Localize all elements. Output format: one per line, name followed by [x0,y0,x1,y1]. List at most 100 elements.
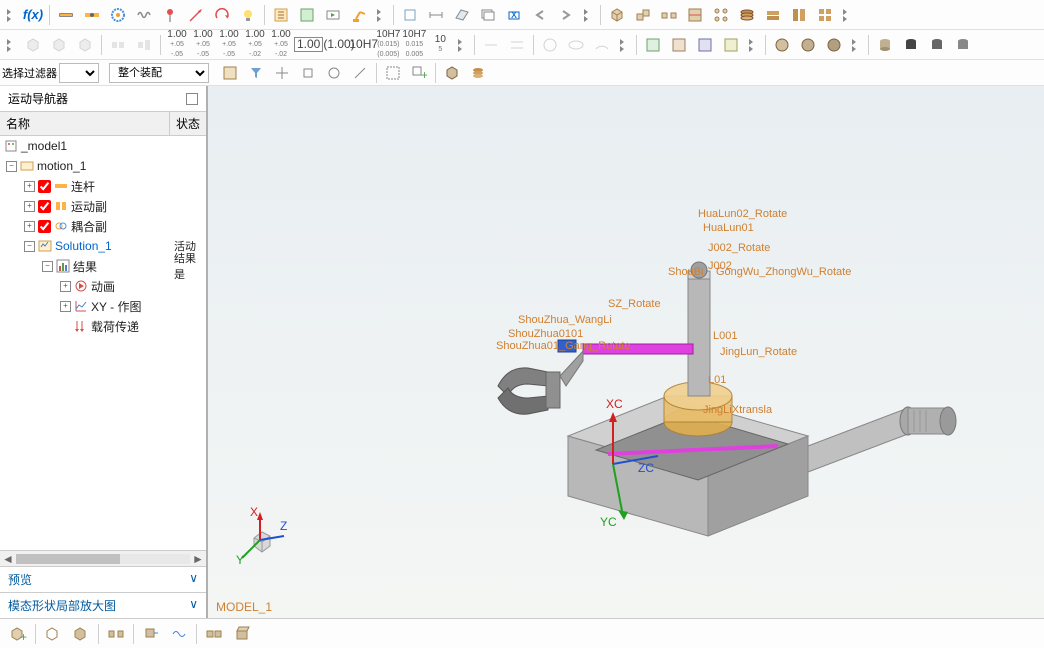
tree-joint[interactable]: + 运动副 [0,196,206,216]
tol-3[interactable]: 1.00+.05 -.05 [216,30,242,60]
tree-xy[interactable]: + XY - 作图 [0,296,206,316]
layers-icon[interactable] [735,3,759,27]
collapse-icon[interactable]: − [6,161,17,172]
results-icon[interactable] [295,3,319,27]
move-comp-icon[interactable] [139,622,163,646]
col-name-header[interactable]: 名称 [0,112,170,135]
multi-box-icon[interactable] [202,622,226,646]
filter-icon-4[interactable] [296,61,320,85]
more-icon[interactable] [374,1,388,29]
tol-10[interactable]: 10H70.015 0.005 [401,30,427,60]
filter-icon-5[interactable] [322,61,346,85]
section-icon[interactable] [683,3,707,27]
assy4-icon[interactable] [719,33,743,57]
tol-7[interactable]: (1.00) [323,39,349,50]
arrow-right-icon[interactable] [554,3,578,27]
view-triad[interactable]: X Y Z [230,506,290,566]
sel-rect-icon[interactable] [381,61,405,85]
note-icon[interactable]: x [502,3,526,27]
robot-arm-icon[interactable] [347,3,371,27]
gear-icon[interactable] [106,3,130,27]
fx-icon[interactable]: f(x) [21,3,45,27]
sel-box-icon[interactable] [440,61,464,85]
sketch-icon[interactable] [398,3,422,27]
disc1-icon[interactable] [770,33,794,57]
more-icon[interactable] [455,31,469,59]
assy3-icon[interactable] [693,33,717,57]
more-icon[interactable] [581,1,595,29]
scroll-right-icon[interactable]: ► [190,552,206,566]
joint-checkbox[interactable] [38,200,51,213]
anim-icon[interactable] [321,3,345,27]
link-icon[interactable] [54,3,78,27]
vstack-icon[interactable] [787,3,811,27]
expand-icon[interactable]: + [24,181,35,192]
tol-6[interactable]: 1.00 [294,37,323,52]
filter-select-1[interactable] [59,63,99,83]
tol-5[interactable]: 1.00+.05 -.02 [268,30,294,60]
box3-icon[interactable] [73,33,97,57]
vector-icon[interactable] [184,3,208,27]
scroll-thumb[interactable] [16,554,120,564]
tree-link[interactable]: + 连杆 [0,176,206,196]
filter-icon-6[interactable] [348,61,372,85]
explode-icon[interactable] [657,3,681,27]
tol-11[interactable]: 105 [427,35,453,55]
filter-icon-1[interactable] [218,61,242,85]
expand-icon[interactable]: + [24,201,35,212]
cyl2-icon[interactable] [899,33,923,57]
joint-icon[interactable] [80,3,104,27]
arrow-left-icon[interactable] [528,3,552,27]
disc2-icon[interactable] [796,33,820,57]
tree-motion[interactable]: − motion_1 [0,156,206,176]
expand-icon[interactable]: + [24,221,35,232]
solve-icon[interactable] [269,3,293,27]
plane-icon[interactable] [450,3,474,27]
more-icon[interactable] [4,1,18,29]
assy2-icon[interactable] [667,33,691,57]
assembly-select[interactable]: 整个装配 [109,63,209,83]
cyl4-icon[interactable] [951,33,975,57]
navigator-tree[interactable]: _model1 − motion_1 + 连杆 + 运动副 + [0,136,206,550]
tol-2[interactable]: 1.00+.05 -.05 [190,30,216,60]
align1-icon[interactable] [106,33,130,57]
torque-icon[interactable] [210,3,234,27]
disc3-icon[interactable] [822,33,846,57]
tree-model[interactable]: _model1 [0,136,206,156]
collapse-icon[interactable]: − [42,261,53,272]
more-icon[interactable] [746,31,760,59]
tol-8[interactable]: 10H7 [349,39,375,50]
stack-icon[interactable] [761,3,785,27]
tol-9[interactable]: 10H7(0.015) (0.005) [375,30,401,60]
ellipse-icon[interactable] [564,33,588,57]
add-comp-icon[interactable]: + [6,622,30,646]
tol-4[interactable]: 1.00+.05 -.02 [242,30,268,60]
tree-couple[interactable]: + 耦合副 [0,216,206,236]
assy1-icon[interactable] [641,33,665,57]
cubes-icon[interactable] [631,3,655,27]
align2-icon[interactable] [132,33,156,57]
more-icon[interactable] [840,1,854,29]
filter-icon-3[interactable] [270,61,294,85]
tree-result[interactable]: − 结果 结果是 [0,256,206,276]
box1-icon[interactable] [21,33,45,57]
wave-icon[interactable] [167,622,191,646]
arc-icon[interactable] [590,33,614,57]
pin-icon[interactable] [186,93,198,105]
tol-1[interactable]: 1.00+.05 -.05 [164,30,190,60]
more-icon[interactable] [4,31,18,59]
tree-load[interactable]: 载荷传递 [0,316,206,336]
scroll-left-icon[interactable]: ◄ [0,552,16,566]
expand-icon[interactable]: + [60,301,71,312]
expand-icon[interactable]: + [60,281,71,292]
cyl3-icon[interactable] [925,33,949,57]
marker-icon[interactable] [158,3,182,27]
sel-layer-icon[interactable] [466,61,490,85]
pattern-icon[interactable] [709,3,733,27]
grid-icon[interactable] [813,3,837,27]
link-checkbox[interactable] [38,180,51,193]
collapse-icon[interactable]: − [24,241,35,252]
dim3-icon[interactable] [505,33,529,57]
viewport-3d[interactable]: XC YC ZC HuaLun02_Rotate HuaLun01 J002_R… [208,86,1044,618]
col-state-header[interactable]: 状态 [170,112,206,135]
